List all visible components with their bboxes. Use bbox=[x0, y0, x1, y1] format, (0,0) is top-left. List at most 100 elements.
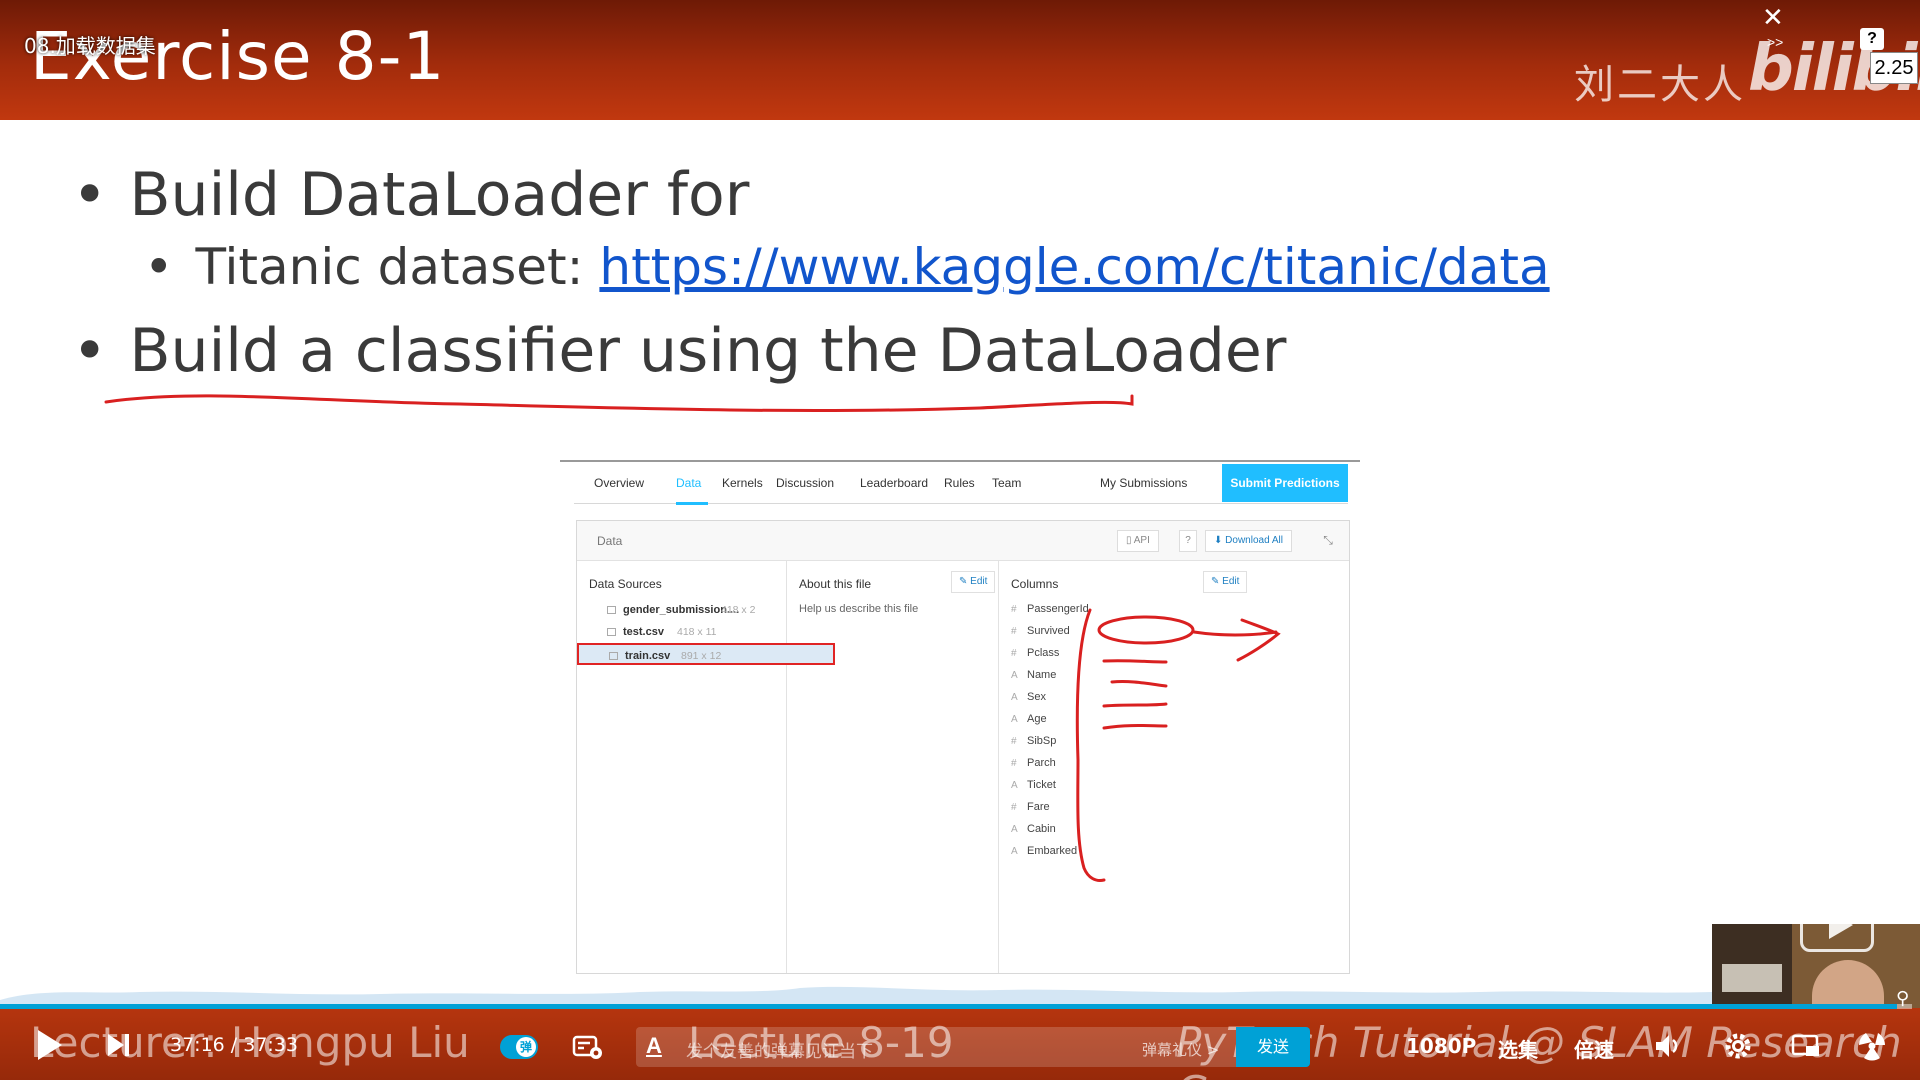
time-total: 37:33 bbox=[243, 1034, 299, 1056]
video-title: 08.加载数据集 bbox=[24, 34, 156, 58]
my-submissions-link[interactable]: My Submissions bbox=[1100, 476, 1187, 490]
numeric-type-icon: # bbox=[1011, 802, 1017, 813]
columns-title: Columns bbox=[1011, 577, 1059, 591]
tab-data[interactable]: Data bbox=[676, 476, 701, 490]
column-name: Cabin bbox=[1027, 823, 1056, 835]
danmaku-toggle-knob: 弹 bbox=[516, 1037, 536, 1057]
progress-bar[interactable] bbox=[0, 1004, 1897, 1009]
kaggle-data-page-screenshot: Overview Data Kernels Discussion Leaderb… bbox=[560, 460, 1360, 974]
quality-button[interactable]: 1080P bbox=[1406, 1034, 1476, 1058]
data-panel: Data ▯ API ? ⬇ Download All ⤡ Data Sourc… bbox=[576, 520, 1350, 974]
column-item-pclass[interactable]: # Pclass bbox=[1011, 643, 1059, 663]
about-edit-button[interactable]: ✎ Edit bbox=[951, 571, 996, 593]
download-all-button[interactable]: ⬇ Download All bbox=[1205, 530, 1292, 552]
api-button[interactable]: ▯ API bbox=[1117, 530, 1159, 552]
api-label: API bbox=[1133, 535, 1150, 546]
column-item-age[interactable]: A Age bbox=[1011, 709, 1047, 729]
file-name: train.csv bbox=[625, 650, 671, 662]
column-name: Name bbox=[1027, 669, 1057, 681]
data-panel-title: Data bbox=[597, 534, 623, 548]
text-type-icon: A bbox=[1011, 670, 1018, 681]
numeric-type-icon: # bbox=[1011, 604, 1017, 615]
edit-label: Edit bbox=[970, 576, 988, 587]
file-dimensions: 418 x 11 bbox=[677, 626, 717, 638]
edit-label: Edit bbox=[1222, 576, 1240, 587]
tab-discussion[interactable]: Discussion bbox=[776, 476, 834, 490]
underline-annotation bbox=[104, 394, 1134, 413]
column-item-parch[interactable]: # Parch bbox=[1011, 753, 1056, 773]
file-dimensions: 418 x 2 bbox=[721, 604, 756, 616]
tab-leaderboard[interactable]: Leaderboard bbox=[860, 476, 928, 490]
bullet-build-dataloader: • Build DataLoader for bbox=[72, 160, 749, 230]
column-name: Embarked bbox=[1027, 845, 1078, 857]
pencil-icon: ✎ bbox=[959, 576, 971, 587]
danmaku-placeholder: 发个友善的弹幕见证当下 bbox=[686, 1042, 873, 1062]
tab-rules[interactable]: Rules bbox=[944, 476, 975, 490]
numeric-type-icon: # bbox=[1011, 736, 1017, 747]
tab-overview[interactable]: Overview bbox=[594, 476, 644, 490]
bullet-text: Build DataLoader for bbox=[129, 160, 750, 230]
close-icon[interactable]: ✕ bbox=[1762, 2, 1784, 32]
columns-edit-button[interactable]: ✎ Edit bbox=[1203, 571, 1248, 593]
table-icon bbox=[607, 628, 616, 636]
settings-gear-icon[interactable] bbox=[1722, 1030, 1754, 1062]
play-triangle bbox=[1829, 911, 1853, 939]
column-item-sibsp[interactable]: # SibSp bbox=[1011, 731, 1056, 751]
help-icon[interactable]: ? bbox=[1860, 28, 1884, 50]
danmaku-style-icon[interactable]: A bbox=[646, 1033, 662, 1059]
progress-handle-icon[interactable]: ⚲ bbox=[1896, 988, 1910, 1018]
tab-team[interactable]: Team bbox=[992, 476, 1021, 490]
picture-in-picture-icon[interactable] bbox=[1790, 1030, 1822, 1062]
data-sources-column: Data Sources gender_submission.... 418 x… bbox=[577, 561, 835, 973]
tv-play-icon[interactable] bbox=[1800, 896, 1874, 952]
numeric-type-icon: # bbox=[1011, 626, 1017, 637]
api-help-button[interactable]: ? bbox=[1179, 530, 1197, 552]
column-name: Pclass bbox=[1027, 647, 1060, 659]
column-item-passengerid[interactable]: # PassengerId bbox=[1011, 599, 1089, 619]
next-episode-icon[interactable] bbox=[106, 1032, 132, 1058]
bookshelf-books bbox=[1722, 964, 1782, 992]
column-item-sex[interactable]: A Sex bbox=[1011, 687, 1046, 707]
code-icon: ▯ bbox=[1126, 535, 1134, 546]
tab-kernels[interactable]: Kernels bbox=[722, 476, 763, 490]
video-player-frame: Exercise 8-1 08.加载数据集 刘二大人 bilibili ✕ >>… bbox=[0, 0, 1920, 1080]
column-item-survived[interactable]: # Survived bbox=[1011, 621, 1070, 641]
expand-icon[interactable]: ⤡ bbox=[1317, 530, 1339, 552]
numeric-type-icon: # bbox=[1011, 648, 1017, 659]
bullet-build-classifier: • Build a classifier using the DataLoader bbox=[72, 316, 1286, 386]
column-item-fare[interactable]: # Fare bbox=[1011, 797, 1050, 817]
submit-predictions-button[interactable]: Submit Predictions bbox=[1222, 464, 1348, 502]
column-item-cabin[interactable]: A Cabin bbox=[1011, 819, 1056, 839]
volume-icon[interactable] bbox=[1652, 1030, 1684, 1062]
send-danmaku-button[interactable]: 发送 bbox=[1236, 1027, 1310, 1067]
fullscreen-icon[interactable] bbox=[1856, 1030, 1888, 1062]
numeric-type-icon: # bbox=[1011, 758, 1017, 769]
about-file-title: About this file bbox=[799, 577, 872, 591]
bullet-dot: • bbox=[72, 316, 108, 386]
column-item-ticket[interactable]: A Ticket bbox=[1011, 775, 1056, 795]
column-name: Age bbox=[1027, 713, 1047, 725]
danmaku-input[interactable]: A 发个友善的弹幕见证当下 弹幕礼仪 > bbox=[636, 1027, 1236, 1067]
columns-column: Columns ✎ Edit # PassengerId # Survived # P… bbox=[999, 561, 1349, 973]
table-icon bbox=[607, 606, 616, 614]
time-display: 37:16 / 37:33 bbox=[170, 1034, 298, 1056]
text-type-icon: A bbox=[1011, 714, 1018, 725]
kaggle-dataset-link[interactable]: https://www.kaggle.com/c/titanic/data bbox=[599, 238, 1549, 296]
column-name: Survived bbox=[1027, 625, 1070, 637]
danmaku-toggle[interactable]: 弹 bbox=[500, 1035, 538, 1059]
column-item-embarked[interactable]: A Embarked bbox=[1011, 841, 1077, 861]
pencil-icon: ✎ bbox=[1211, 576, 1223, 587]
play-icon[interactable] bbox=[38, 1030, 62, 1060]
episodes-button[interactable]: 选集 bbox=[1498, 1034, 1538, 1063]
danmaku-settings-icon[interactable] bbox=[572, 1034, 604, 1060]
text-type-icon: A bbox=[1011, 824, 1018, 835]
about-file-description: Help us describe this file bbox=[799, 603, 919, 615]
speed-button[interactable]: 倍速 bbox=[1574, 1034, 1614, 1063]
column-name: SibSp bbox=[1027, 735, 1057, 747]
text-type-icon: A bbox=[1011, 780, 1018, 791]
column-name: PassengerId bbox=[1027, 603, 1089, 615]
column-item-name[interactable]: A Name bbox=[1011, 665, 1056, 685]
danmaku-etiquette-link[interactable]: 弹幕礼仪 > bbox=[1142, 1039, 1219, 1060]
text-type-icon: A bbox=[1011, 692, 1018, 703]
author-watermark: 刘二大人 bbox=[1574, 62, 1746, 108]
